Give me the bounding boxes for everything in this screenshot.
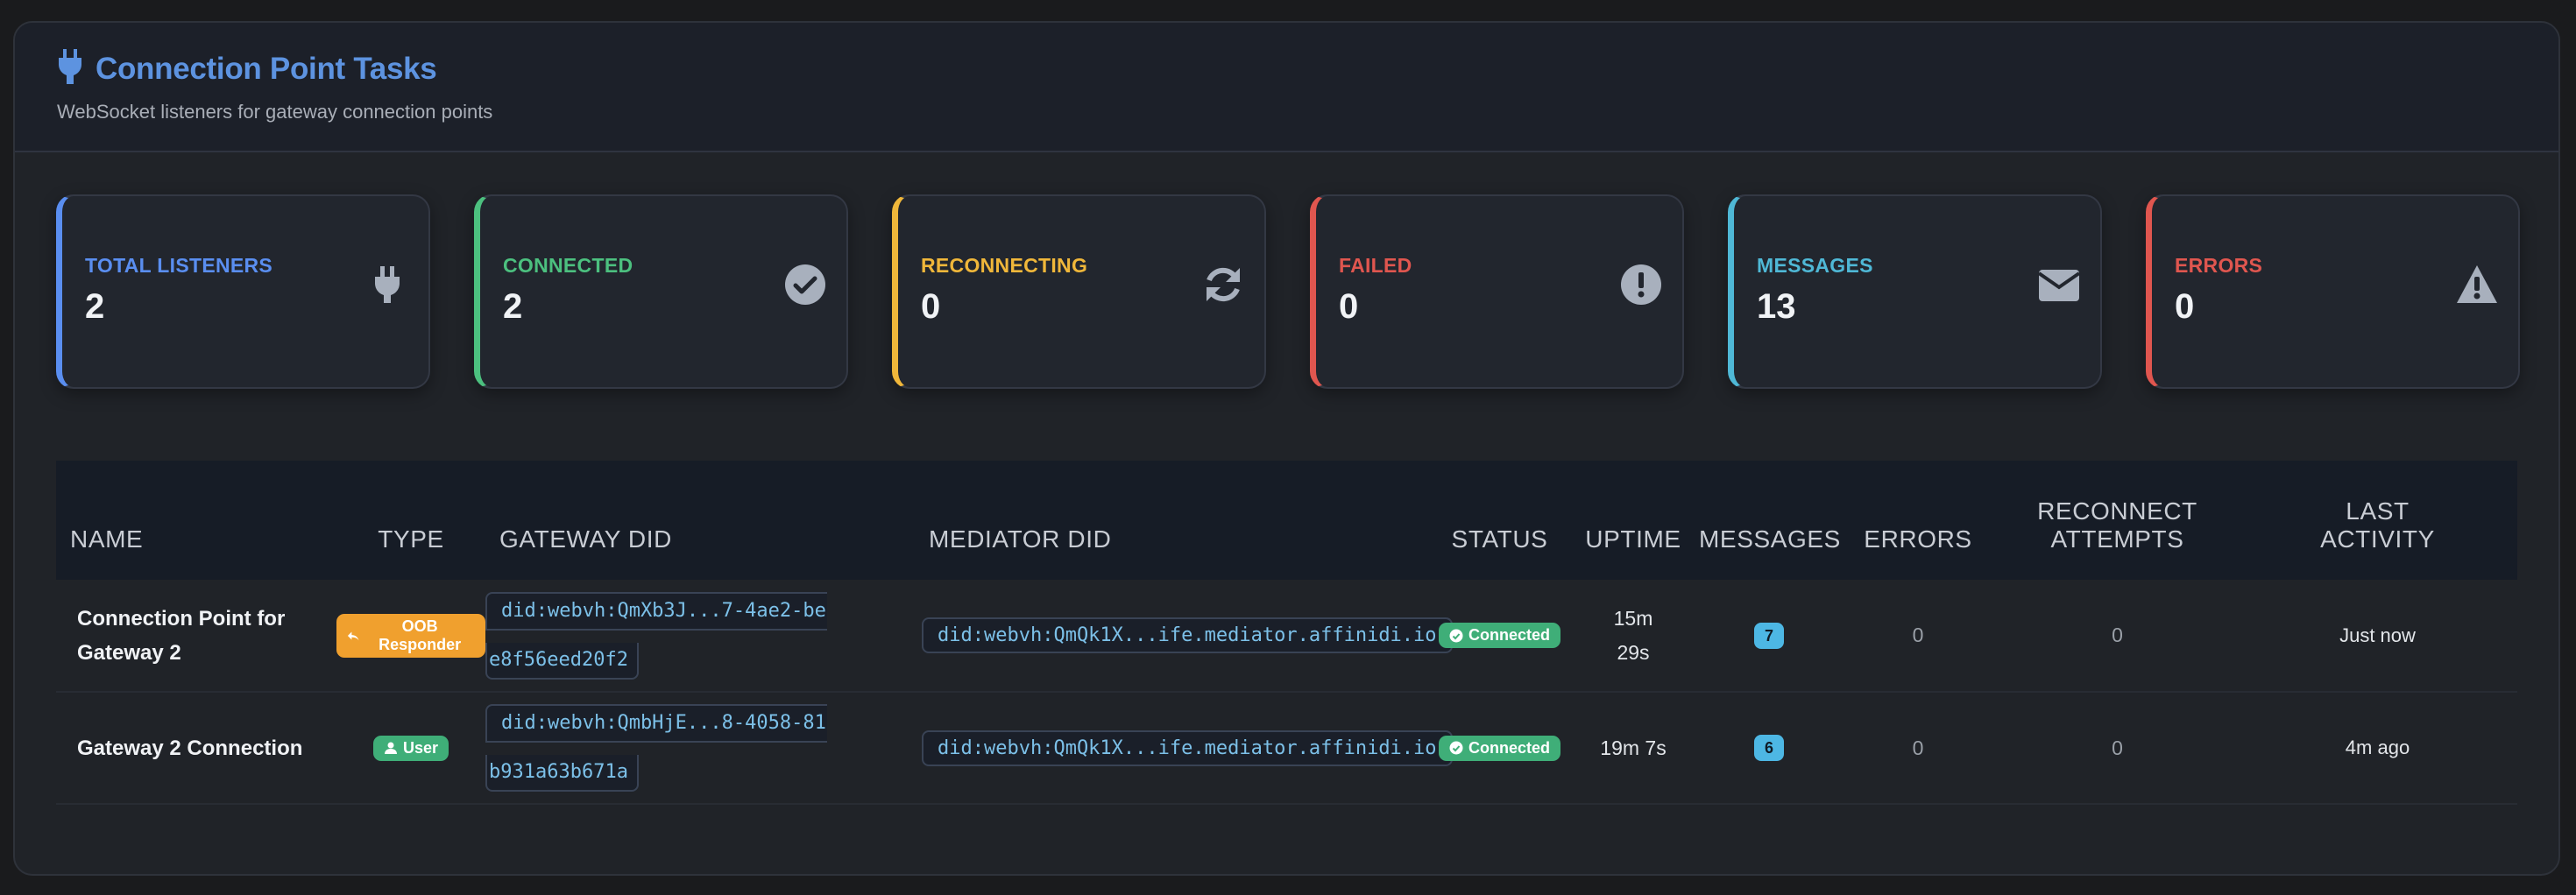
card-label: ERRORS: [2175, 254, 2263, 277]
card-value: 2: [503, 287, 523, 326]
gateway-did-code[interactable]: did:webvh:QmXb3J...7-4ae2-be67- e8f56eed2…: [485, 591, 827, 680]
card-label: CONNECTED: [503, 254, 633, 277]
envelope-icon: [2037, 263, 2081, 307]
row-mediator-did: did:webvh:QmQk1X...ife.mediator.affinidi…: [915, 692, 1453, 804]
row-type: OOB Responder: [336, 580, 485, 692]
row-errors: 0: [1912, 624, 1924, 646]
row-messages: 6: [1699, 692, 1839, 804]
type-badge-label: User: [402, 738, 439, 757]
messages-count-badge: 6: [1754, 735, 1784, 761]
col-header-last-activity[interactable]: LAST ACTIVITY: [2238, 461, 2517, 580]
reply-icon: [347, 631, 359, 640]
row-gateway-did: did:webvh:QmbHjE...8-4058-812d-b931a63b6…: [485, 692, 915, 804]
card-label: TOTAL LISTENERS: [85, 254, 273, 277]
name-line: Gateway 2 Connection: [77, 736, 303, 760]
col-header-reconnect-attempts[interactable]: RECONNECT ATTEMPTS: [1997, 461, 2238, 580]
row-mediator-did: did:webvh:QmQk1X...ife.mediator.affinidi…: [915, 580, 1453, 692]
mediator-did-code[interactable]: did:webvh:QmQk1X...ife.mediator.affinidi…: [922, 617, 1453, 653]
col-header-status[interactable]: STATUS: [1432, 461, 1568, 580]
did-line: did:webvh:QmbHjE...8-4058-812d-: [485, 704, 827, 743]
header-line: LAST: [2346, 497, 2410, 525]
did-line: b931a63b671a: [485, 755, 639, 792]
row-errors: 0: [1912, 736, 1924, 759]
card-total-listeners: TOTAL LISTENERS 2: [56, 194, 430, 389]
connection-point-tasks-panel: Connection Point Tasks WebSocket listene…: [13, 21, 2560, 876]
plug-icon: [365, 263, 409, 307]
card-value: 0: [1339, 287, 1359, 326]
row-last-activity: Just now: [2339, 624, 2416, 646]
panel-header: Connection Point Tasks WebSocket listene…: [15, 23, 2558, 152]
card-value: 0: [2175, 287, 2195, 326]
row-reconnect-attempts: 0: [2112, 736, 2123, 759]
table-row[interactable]: Gateway 2 Connection User did:webvh:QmbH…: [56, 692, 2517, 804]
type-badge: OOB Responder: [336, 613, 485, 658]
name-line: Connection Point for: [77, 606, 286, 631]
gateway-did-code[interactable]: did:webvh:QmbHjE...8-4058-812d-b931a63b6…: [485, 704, 827, 792]
check-circle-icon: [1449, 629, 1463, 642]
status-badge: Connected: [1438, 623, 1560, 648]
row-gateway-did: did:webvh:QmXb3J...7-4ae2-be67- e8f56eed2…: [485, 580, 915, 692]
messages-count-badge: 7: [1754, 622, 1784, 649]
col-header-errors[interactable]: ERRORS: [1839, 461, 1997, 580]
header-line: ACTIVITY: [2320, 525, 2435, 553]
col-header-messages[interactable]: MESSAGES: [1699, 461, 1840, 580]
col-header-mediator-did[interactable]: MEDIATOR DID: [915, 461, 1432, 580]
check-circle-icon: [783, 263, 827, 307]
header-line: ATTEMPTS: [2050, 525, 2184, 553]
row-uptime: 19m 7s: [1568, 692, 1699, 804]
row-uptime: 15m 29s: [1568, 580, 1699, 692]
header-line: RECONNECT: [2037, 497, 2197, 525]
row-messages: 7: [1699, 580, 1839, 692]
did-line: e8f56eed20f2: [485, 642, 639, 680]
col-header-name[interactable]: NAME: [56, 461, 336, 580]
exclamation-circle-icon: [1619, 263, 1663, 307]
status-label: Connected: [1468, 626, 1550, 644]
card-value: 13: [1757, 287, 1796, 326]
card-value: 2: [85, 287, 105, 326]
check-circle-icon: [1449, 741, 1463, 755]
card-value: 0: [921, 287, 941, 326]
refresh-icon: [1201, 263, 1245, 307]
row-reconnect-attempts: 0: [2112, 624, 2123, 646]
warning-triangle-icon: [2455, 263, 2499, 307]
card-label: FAILED: [1339, 254, 1412, 277]
row-last-activity: 4m ago: [2345, 736, 2410, 758]
col-header-gateway-did[interactable]: GATEWAY DID: [485, 461, 915, 580]
user-icon: [384, 742, 397, 754]
row-type: User: [336, 692, 485, 804]
card-label: MESSAGES: [1757, 254, 1873, 277]
card-errors: ERRORS 0: [2146, 194, 2520, 389]
card-label: RECONNECTING: [921, 254, 1088, 277]
table-header-row: NAME TYPE GATEWAY DID MEDIATOR DID STATU…: [56, 461, 2517, 580]
row-name: Connection Point for Gateway 2: [56, 580, 336, 692]
col-header-type[interactable]: TYPE: [336, 461, 485, 580]
status-label: Connected: [1468, 738, 1550, 757]
uptime-line: 29s: [1617, 640, 1650, 664]
card-connected: CONNECTED 2: [474, 194, 848, 389]
stats-cards: TOTAL LISTENERS 2 CONNECTED 2 RECONNECTI…: [56, 194, 2520, 389]
uptime-line: 19m 7s: [1600, 736, 1667, 759]
type-badge-label: OOB Responder: [379, 617, 462, 653]
row-status: Connected: [1432, 692, 1568, 804]
card-failed: FAILED 0: [1310, 194, 1684, 389]
status-badge: Connected: [1438, 735, 1560, 761]
connection-points-table: NAME TYPE GATEWAY DID MEDIATOR DID STATU…: [56, 461, 2517, 805]
col-header-uptime[interactable]: UPTIME: [1568, 461, 1699, 580]
type-badge: User: [372, 735, 449, 761]
card-messages: MESSAGES 13: [1728, 194, 2102, 389]
row-name: Gateway 2 Connection: [56, 692, 336, 804]
page-title: Connection Point Tasks: [96, 51, 437, 86]
name-line: Gateway 2: [77, 640, 181, 665]
mediator-did-code[interactable]: did:webvh:QmQk1X...ife.mediator.affinidi…: [922, 729, 1453, 766]
table-row[interactable]: Connection Point for Gateway 2 OOB Respon…: [56, 580, 2517, 692]
row-status: Connected: [1432, 580, 1568, 692]
uptime-line: 15m: [1613, 606, 1653, 630]
did-line: did:webvh:QmXb3J...7-4ae2-be67-: [485, 591, 827, 631]
plug-icon: [57, 49, 83, 88]
card-reconnecting: RECONNECTING 0: [892, 194, 1266, 389]
page-subtitle: WebSocket listeners for gateway connecti…: [57, 101, 493, 123]
